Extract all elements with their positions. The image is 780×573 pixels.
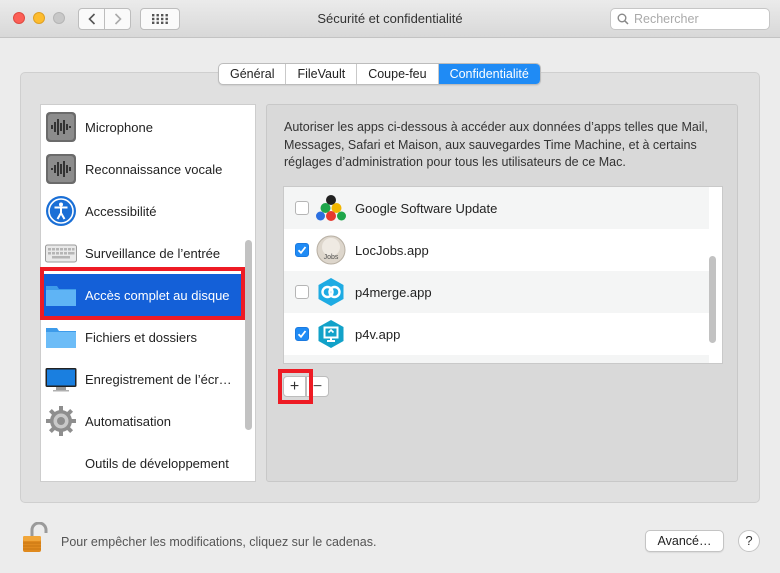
privacy-description: Autoriser les apps ci-dessous à accéder … bbox=[284, 120, 708, 169]
sidebar-item-label: Automatisation bbox=[85, 413, 171, 429]
sidebar-item-label: Accès complet au disque bbox=[85, 287, 230, 303]
app-row-partial bbox=[284, 355, 709, 363]
lock-instruction-text: Pour empêcher les modifications, cliquez… bbox=[61, 535, 377, 549]
sidebar-item-label: Surveillance de l’entrée bbox=[85, 245, 221, 261]
add-app-button[interactable]: + bbox=[283, 376, 306, 397]
checkmark-icon bbox=[297, 246, 307, 255]
app-name: Google Software Update bbox=[355, 200, 498, 216]
app-row-p4v[interactable]: p4v.app bbox=[284, 313, 709, 355]
sidebar-item-label: Outils de développement bbox=[85, 455, 229, 471]
sidebar-item-accessibility[interactable]: Accessibilité bbox=[41, 190, 244, 232]
app-list-scrollbar[interactable] bbox=[709, 256, 716, 343]
app-list[interactable]: Google Software Update Jobs LocJobs.app … bbox=[283, 186, 723, 364]
display-icon bbox=[45, 363, 77, 395]
remove-app-button[interactable]: − bbox=[306, 376, 329, 397]
lock-icon[interactable] bbox=[22, 521, 48, 554]
sidebar-item-microphone[interactable]: Microphone bbox=[41, 106, 244, 148]
sidebar-item-automation[interactable]: Automatisation bbox=[41, 400, 244, 442]
app-checkbox[interactable] bbox=[295, 243, 309, 257]
tab-general[interactable]: Général bbox=[219, 64, 287, 84]
empty-icon-slot bbox=[45, 447, 77, 479]
tab-bar: Général FileVault Coupe-feu Confidential… bbox=[218, 63, 541, 85]
title-bar: Sécurité et confidentialité bbox=[0, 0, 780, 38]
folder-icon bbox=[45, 279, 77, 311]
search-icon bbox=[617, 13, 629, 25]
folder-icon bbox=[45, 321, 77, 353]
p4v-icon bbox=[316, 319, 346, 349]
accessibility-icon bbox=[45, 195, 77, 227]
sidebar-item-speech-recognition[interactable]: Reconnaissance vocale bbox=[41, 148, 244, 190]
sidebar-item-developer-tools[interactable]: Outils de développement bbox=[41, 442, 244, 481]
sidebar-item-screen-recording[interactable]: Enregistrement de l’écr… bbox=[41, 358, 244, 400]
sidebar-item-full-disk-access[interactable]: Accès complet au disque bbox=[41, 274, 244, 316]
locjobs-icon: Jobs bbox=[316, 235, 346, 265]
sidebar-item-label: Reconnaissance vocale bbox=[85, 161, 223, 177]
checkmark-icon bbox=[297, 330, 307, 339]
app-row-locjobs[interactable]: Jobs LocJobs.app bbox=[284, 229, 709, 271]
sidebar-item-label: Microphone bbox=[85, 119, 153, 135]
sidebar-item-label: Fichiers et dossiers bbox=[85, 329, 197, 345]
locjobs-icon-text: Jobs bbox=[324, 254, 339, 261]
p4merge-icon bbox=[316, 277, 346, 307]
app-checkbox[interactable] bbox=[295, 327, 309, 341]
keyboard-icon bbox=[45, 237, 77, 269]
sidebar-item-label: Accessibilité bbox=[85, 203, 157, 219]
advanced-button[interactable]: Avancé… bbox=[645, 530, 724, 552]
tab-privacy[interactable]: Confidentialité bbox=[438, 64, 540, 84]
sidebar-item-files-and-folders[interactable]: Fichiers et dossiers bbox=[41, 316, 244, 358]
app-row-google-software-update[interactable]: Google Software Update bbox=[284, 187, 709, 229]
microphone-waveform-icon bbox=[45, 111, 77, 143]
help-button[interactable]: ? bbox=[738, 530, 760, 552]
sidebar-item-input-monitoring[interactable]: Surveillance de l’entrée bbox=[41, 232, 244, 274]
app-row-p4merge[interactable]: p4merge.app bbox=[284, 271, 709, 313]
search-input[interactable] bbox=[634, 12, 764, 26]
tab-firewall[interactable]: Coupe-feu bbox=[357, 64, 439, 84]
google-update-icon bbox=[316, 193, 346, 223]
app-checkbox[interactable] bbox=[295, 285, 309, 299]
privacy-category-list[interactable]: Microphone Reconnaissance vocale Accessi bbox=[40, 104, 256, 482]
speech-waveform-icon bbox=[45, 153, 77, 185]
sidebar-scrollbar[interactable] bbox=[245, 240, 252, 430]
sidebar-item-label: Enregistrement de l’écr… bbox=[85, 371, 232, 387]
app-name: p4merge.app bbox=[355, 284, 432, 300]
search-field[interactable] bbox=[610, 8, 770, 30]
app-name: p4v.app bbox=[355, 326, 401, 342]
gear-icon bbox=[45, 405, 77, 437]
tab-filevault[interactable]: FileVault bbox=[286, 64, 358, 84]
app-name: LocJobs.app bbox=[355, 242, 429, 258]
app-checkbox[interactable] bbox=[295, 201, 309, 215]
